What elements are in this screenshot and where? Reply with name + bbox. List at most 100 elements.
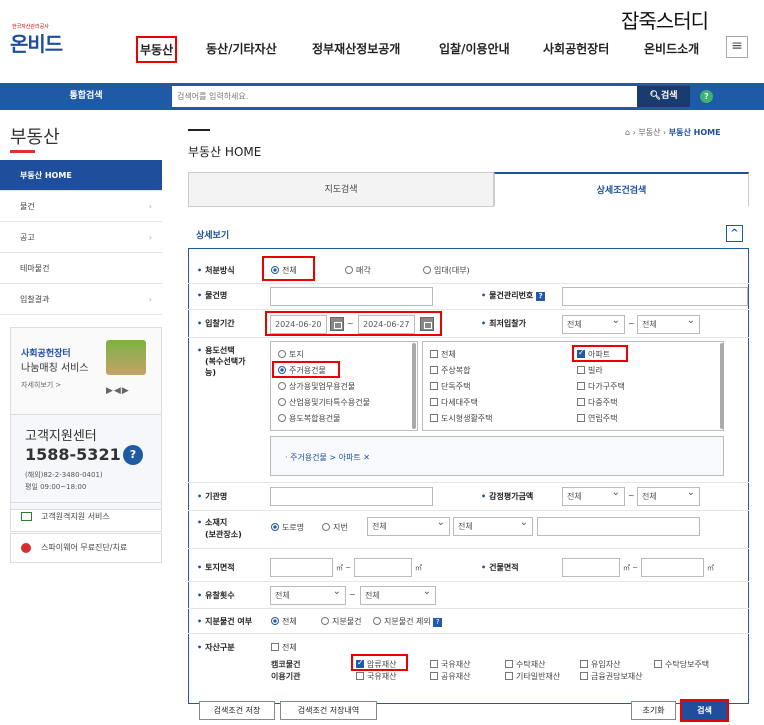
asset-state-checkbox[interactable]: 국유재산: [430, 659, 470, 670]
use-rowhouse-checkbox[interactable]: 연립주택: [577, 413, 617, 424]
nav-bid-guide[interactable]: 입찰/이용안내: [439, 40, 510, 57]
lot-number-radio[interactable]: 지번: [322, 522, 348, 533]
search-bar: 통합검색 🔍︎검색 ?: [0, 83, 764, 110]
hamburger-menu-icon[interactable]: ≡: [726, 36, 748, 58]
location-label: 소재지: [197, 517, 227, 528]
item-no-input[interactable]: [562, 287, 748, 306]
sidebar-item-label: 입찰결과: [20, 295, 50, 304]
highlight-box: [680, 699, 729, 722]
asset-trust-housing-checkbox[interactable]: 수탁당보주택: [654, 659, 709, 670]
help-icon[interactable]: ?: [433, 618, 443, 627]
sidebar-item-items[interactable]: 물건 ›: [0, 191, 162, 222]
divider: [188, 337, 749, 338]
spyware-button[interactable]: 스파이웨어 무료진단/치료: [10, 533, 162, 563]
agency-label: 기관명: [197, 491, 227, 502]
use-industrial-radio[interactable]: 산업용및기타특수용건물: [278, 397, 370, 408]
breadcrumb-sep: ›: [663, 128, 667, 137]
use-urban-checkbox[interactable]: 도시형생활주택: [430, 413, 493, 424]
asset-label: 자산구분: [197, 642, 234, 653]
share-only-radio[interactable]: 지분물건: [321, 616, 361, 627]
use-land-radio[interactable]: 토지: [278, 349, 304, 360]
selected-use-tag[interactable]: · 주거용건물 > 아파트 ✕: [285, 452, 370, 463]
asset-trust-checkbox[interactable]: 수탁재산: [505, 659, 545, 670]
fail-count-from[interactable]: 전체: [270, 583, 346, 605]
nav-social-market[interactable]: 사회공헌장터: [543, 40, 609, 57]
use-mixed-residential-checkbox[interactable]: 주상복합: [430, 365, 470, 376]
logo[interactable]: 온비드: [10, 28, 63, 57]
customer-center: 고객지원센터 1588-5321 (해외)82-2-3480-0401) 평일 …: [10, 415, 162, 510]
agency-state-checkbox[interactable]: 국유재산: [356, 671, 396, 682]
sidebar-title: 부동산: [10, 127, 60, 148]
sidebar-item-home[interactable]: 부동산 HOME: [0, 160, 162, 191]
collapse-icon[interactable]: ^: [726, 225, 743, 242]
asset-all-checkbox[interactable]: 전체: [271, 642, 297, 653]
promo-subtitle: 나눔매칭 서비스: [21, 363, 89, 374]
use-all-checkbox[interactable]: 전체: [430, 349, 456, 360]
agency-finance-checkbox[interactable]: 금융권담보재산: [580, 671, 643, 682]
address-input[interactable]: [537, 517, 700, 536]
breadcrumb-parent[interactable]: 부동산: [638, 128, 660, 137]
land-area-from[interactable]: [270, 558, 333, 577]
scrollbar[interactable]: [412, 343, 416, 429]
agency-row-label: 이용기관: [271, 672, 301, 681]
use-multihouse-checkbox[interactable]: 다중주택: [577, 397, 617, 408]
search-label: 통합검색: [69, 91, 103, 101]
nav-movables[interactable]: 동산/기타자산: [206, 40, 277, 57]
home-icon[interactable]: ⌂: [625, 128, 630, 137]
saved-criteria-button[interactable]: 검색조건 저장내역: [280, 701, 377, 720]
search-button[interactable]: 🔍︎검색: [637, 86, 690, 107]
nav-gov-property[interactable]: 정부재산정보공개: [312, 40, 400, 57]
disposal-lease-radio[interactable]: 임대(대부): [423, 265, 470, 276]
use-villa-checkbox[interactable]: 빌라: [577, 365, 603, 376]
share-all-radio[interactable]: 전체: [271, 616, 297, 627]
use-detached-checkbox[interactable]: 단독주택: [430, 381, 470, 392]
disposal-sale-radio[interactable]: 매각: [345, 265, 371, 276]
road-name-radio[interactable]: 도로명: [271, 522, 304, 533]
use-commercial-radio[interactable]: 상가용및업무용건물: [278, 381, 355, 392]
region-select-1[interactable]: 전체: [367, 514, 450, 536]
appraisal-label: 감정평가금액: [481, 491, 533, 502]
asset-inflow-checkbox[interactable]: 유입자산: [580, 659, 620, 670]
scrollbar[interactable]: [720, 343, 724, 429]
min-price-from-select[interactable]: 전체: [562, 312, 625, 334]
search-input[interactable]: [172, 86, 637, 107]
tab-detail-search[interactable]: 상세조건검색: [494, 172, 749, 207]
sidebar-item-notices[interactable]: 공고 ›: [0, 222, 162, 253]
agency-public-checkbox[interactable]: 공유재산: [430, 671, 470, 682]
remote-support-button[interactable]: 고객원격지원 서비스: [10, 502, 162, 532]
use-label-2: (복수선택가: [205, 357, 246, 366]
use-multiplex-checkbox[interactable]: 다세대주택: [430, 397, 478, 408]
item-name-input[interactable]: [270, 287, 433, 306]
divider: [188, 510, 749, 511]
fail-count-to[interactable]: 전체: [360, 583, 436, 605]
agency-general-checkbox[interactable]: 기타일반재산: [505, 671, 560, 682]
appraisal-to-select[interactable]: 전체: [637, 484, 700, 506]
nav-real-estate[interactable]: 부동산: [136, 36, 178, 63]
share-exclude-radio[interactable]: 지분물건 제외 ?: [373, 616, 443, 627]
tab-map-search[interactable]: 지도검색: [188, 172, 494, 207]
appraisal-from-select[interactable]: 전체: [562, 484, 625, 506]
agency-input[interactable]: [270, 487, 433, 506]
save-criteria-button[interactable]: 검색조건 저장: [199, 701, 275, 720]
nav-about[interactable]: 온비드소개: [644, 40, 699, 57]
use-multifamily-checkbox[interactable]: 다가구주택: [577, 381, 625, 392]
divider: [188, 482, 749, 483]
sidebar-item-results[interactable]: 입찰결과 ›: [0, 284, 162, 315]
bldg-area-to[interactable]: [641, 558, 704, 577]
reset-button[interactable]: 초기화: [631, 701, 676, 720]
use-mixed-radio[interactable]: 용도복합용건물: [278, 413, 341, 424]
min-price-to-select[interactable]: 전체: [637, 312, 700, 334]
bldg-area-from[interactable]: [562, 558, 620, 577]
carousel-controls-icon[interactable]: ▶◀▶: [106, 386, 130, 396]
help-icon[interactable]: ?: [536, 292, 546, 301]
appraisal-tilde: ~: [628, 491, 635, 500]
help-icon[interactable]: ?: [700, 90, 713, 103]
promo-more-link[interactable]: 자세히보기 >: [21, 380, 61, 390]
land-area-to[interactable]: [354, 558, 412, 577]
cs-hours: 평일 09:00~18:00: [25, 483, 87, 491]
breadcrumb-current: 부동산 HOME: [668, 128, 721, 137]
promo-image: [106, 340, 146, 375]
promo-banner[interactable]: 사회공헌장터 나눔매칭 서비스 자세히보기 > ▶◀▶: [10, 327, 162, 415]
region-select-2[interactable]: 전체: [453, 514, 533, 536]
sidebar-item-theme[interactable]: 테마물건: [0, 253, 162, 284]
